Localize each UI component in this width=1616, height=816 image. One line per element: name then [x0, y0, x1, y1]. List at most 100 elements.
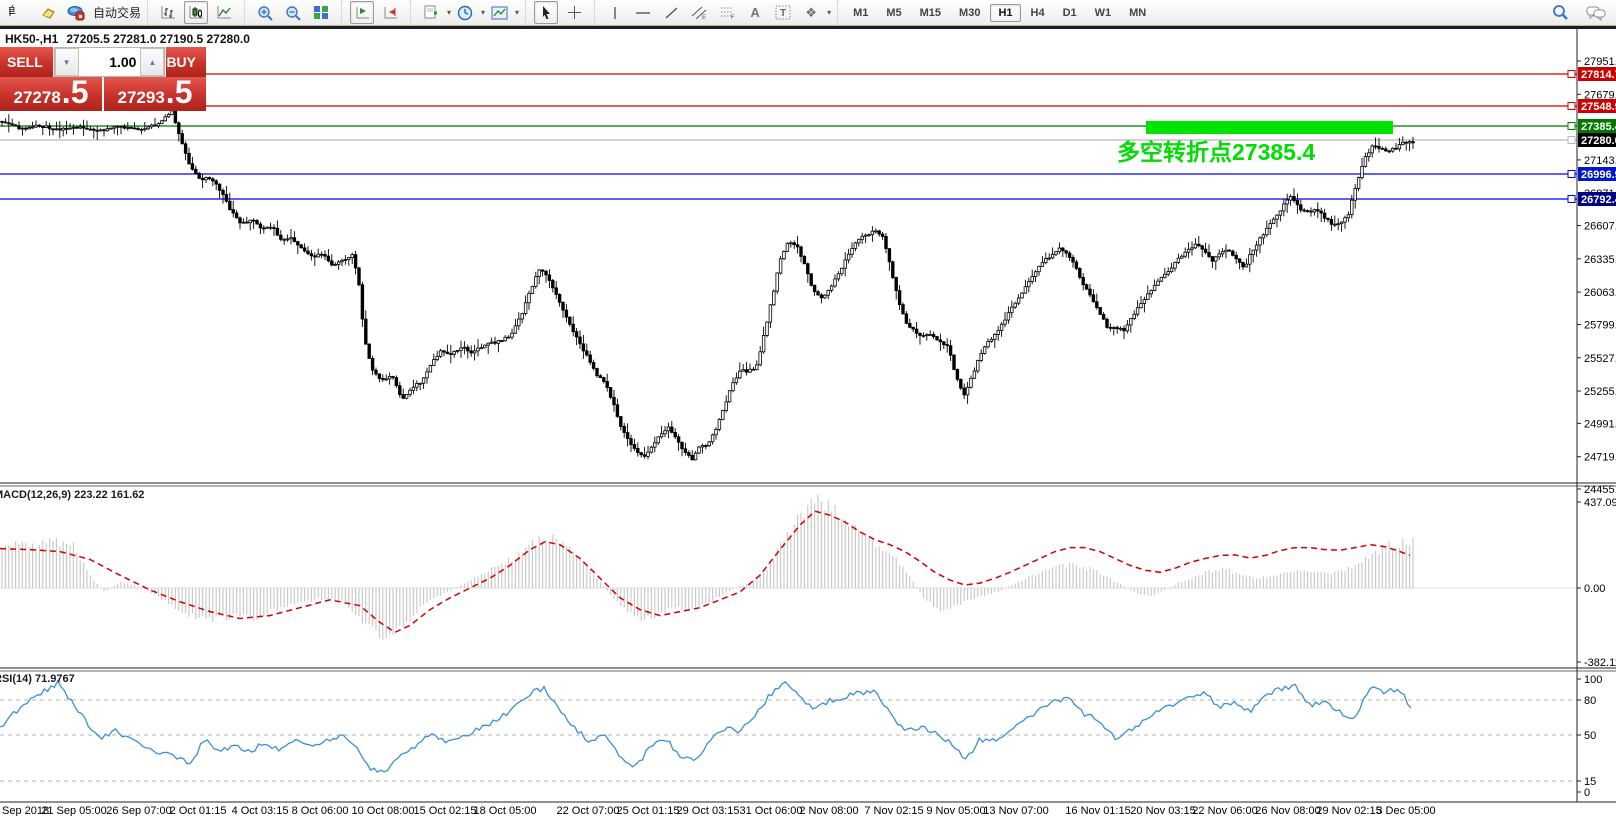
- svg-text:F: F: [731, 15, 735, 20]
- horizontal-line-icon[interactable]: [631, 1, 655, 24]
- data-window-icon[interactable]: [36, 1, 60, 24]
- fibonacci-icon[interactable]: F: [715, 1, 739, 24]
- text-label-icon[interactable]: T: [771, 1, 795, 24]
- zoom-out-icon[interactable]: [281, 1, 305, 24]
- timeframe-button-w1[interactable]: W1: [1087, 4, 1120, 22]
- timeframe-button-mn[interactable]: MN: [1121, 4, 1154, 22]
- price-badge-label: 27548.9: [1581, 101, 1616, 113]
- candle-bear: [1232, 251, 1235, 255]
- auto-scroll-icon[interactable]: [378, 1, 402, 24]
- candle-bull: [337, 262, 340, 265]
- candle-bull: [426, 372, 429, 378]
- new-order-icon[interactable]: [419, 1, 443, 24]
- time-axis-label: 16 Nov 01:15: [1065, 805, 1130, 816]
- pivot-annotation: 多空转折点27385.4: [1117, 133, 1315, 167]
- equidistant-channel-icon[interactable]: E: [687, 1, 711, 24]
- time-axis-label: 4 Oct 03:15: [232, 805, 289, 816]
- candle-bull: [1143, 300, 1146, 304]
- candle-bull: [439, 351, 442, 357]
- volume-input[interactable]: [79, 48, 141, 76]
- candle-bull: [433, 360, 436, 366]
- vertical-line-icon[interactable]: [603, 1, 627, 24]
- line-chart-icon[interactable]: [212, 1, 236, 24]
- candle-bull: [1245, 264, 1248, 267]
- price-tick-label: 26335.0: [1584, 254, 1616, 266]
- candle-bull: [1038, 266, 1041, 271]
- candle-bear: [558, 294, 561, 302]
- candle-bear: [677, 437, 680, 442]
- timeframe-button-m5[interactable]: M5: [878, 4, 909, 22]
- chat-icon[interactable]: [1584, 1, 1608, 24]
- candle-bear: [616, 405, 619, 417]
- candle-bull: [834, 279, 837, 286]
- price-tick-label: 24455.0: [1584, 484, 1616, 496]
- timeframe-button-m1[interactable]: M1: [845, 4, 876, 22]
- candle-bear: [589, 355, 592, 362]
- periods-icon[interactable]: [453, 1, 477, 24]
- candle-bull: [1017, 298, 1020, 303]
- buy-price[interactable]: 27293.5: [104, 77, 206, 111]
- arrows-tool-icon[interactable]: ❖: [799, 1, 823, 24]
- timeframe-button-h4[interactable]: H4: [1023, 4, 1053, 22]
- new-order-dropdown-arrow[interactable]: ▾: [447, 8, 451, 17]
- candle-bull: [1361, 166, 1364, 177]
- price-chart-canvas[interactable]: 27951.027679.027143.026871.026607.026335…: [0, 0, 1616, 816]
- candle-bear: [375, 370, 378, 374]
- search-icon[interactable]: [1548, 1, 1572, 24]
- timeframe-button-h1[interactable]: H1: [990, 4, 1020, 22]
- timeframe-button-m30[interactable]: M30: [951, 4, 988, 22]
- candle-bull: [507, 337, 510, 338]
- candle-bear: [881, 234, 884, 236]
- candle-bull: [514, 326, 517, 333]
- buy-button[interactable]: BUY: [165, 47, 206, 77]
- candle-bull: [1221, 252, 1224, 254]
- sell-price[interactable]: 27278.5: [0, 77, 102, 111]
- timeframe-button-d1[interactable]: D1: [1055, 4, 1085, 22]
- candle-bear: [392, 377, 395, 378]
- candle-bear: [1198, 244, 1201, 245]
- tile-windows-icon[interactable]: [309, 1, 333, 24]
- level-end-marker: [1568, 171, 1575, 178]
- crosshair-icon[interactable]: [562, 1, 586, 24]
- cursor-icon[interactable]: [534, 1, 558, 24]
- candle-bear: [691, 455, 694, 459]
- trendline-icon[interactable]: [659, 1, 683, 24]
- zoom-in-icon[interactable]: [253, 1, 277, 24]
- new-order-button-partial[interactable]: 单: [8, 1, 32, 24]
- templates-icon[interactable]: [487, 1, 511, 24]
- candle-bull: [140, 129, 143, 130]
- volume-decrease-button[interactable]: ▼: [55, 48, 79, 76]
- candle-bear: [467, 347, 470, 351]
- text-icon[interactable]: A: [743, 1, 767, 24]
- timeframe-button-m15[interactable]: M15: [912, 4, 949, 22]
- candle-bear: [181, 134, 184, 144]
- templates-dropdown-arrow[interactable]: ▾: [515, 8, 519, 17]
- candle-bear: [324, 254, 327, 256]
- ohlc-values: 27205.5 27281.0 27190.5 27280.0: [66, 32, 250, 46]
- candle-bull: [1218, 254, 1221, 257]
- candle-bear: [310, 254, 313, 256]
- autotrading-label[interactable]: 自动交易: [93, 4, 141, 21]
- candlestick-chart-icon[interactable]: [184, 1, 208, 24]
- indicator-tick-label: 50: [1584, 730, 1596, 742]
- candle-bear: [888, 249, 891, 262]
- candle-bull: [650, 447, 653, 452]
- candle-bear: [562, 302, 565, 310]
- candle-bear: [1330, 219, 1333, 224]
- candle-bull: [1344, 218, 1347, 222]
- periods-dropdown-arrow[interactable]: ▾: [481, 8, 485, 17]
- candle-bull: [21, 128, 24, 129]
- candle-bear: [545, 271, 548, 275]
- candle-bear: [120, 126, 123, 127]
- sell-button[interactable]: SELL: [0, 47, 54, 77]
- candle-bull: [463, 347, 466, 348]
- candle-bull: [1391, 148, 1394, 151]
- chart-shift-icon[interactable]: [350, 1, 374, 24]
- bar-chart-icon[interactable]: [156, 1, 180, 24]
- candle-bear: [212, 179, 215, 181]
- arrows-dropdown-arrow[interactable]: ▾: [827, 8, 831, 17]
- autotrading-icon[interactable]: [64, 1, 88, 24]
- volume-increase-button[interactable]: ▲: [140, 48, 164, 76]
- candle-bull: [1266, 228, 1269, 234]
- candle-bull: [1351, 200, 1354, 214]
